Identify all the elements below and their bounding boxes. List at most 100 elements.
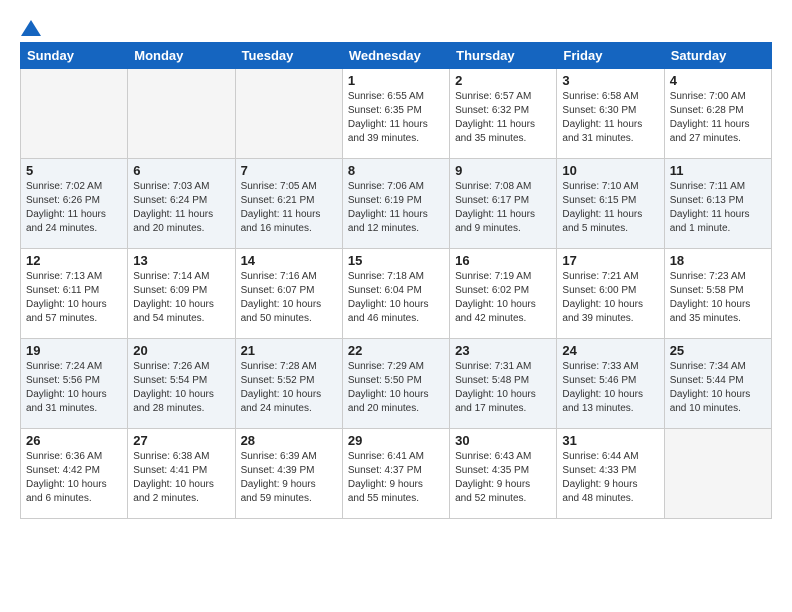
day-number: 30 bbox=[455, 433, 551, 448]
calendar-cell bbox=[128, 69, 235, 159]
calendar-cell: 24 Sunrise: 7:33 AM Sunset: 5:46 PM Dayli… bbox=[557, 339, 664, 429]
day-number: 7 bbox=[241, 163, 337, 178]
weekday-header-thursday: Thursday bbox=[450, 43, 557, 69]
cell-content: Sunrise: 7:00 AM Sunset: 6:28 PM Dayligh… bbox=[670, 90, 766, 146]
calendar-week-row: 5 Sunrise: 7:02 AM Sunset: 6:26 PM Daylig… bbox=[21, 159, 772, 249]
calendar-cell: 11 Sunrise: 7:11 AM Sunset: 6:13 PM Dayli… bbox=[664, 159, 771, 249]
cell-content: Sunrise: 7:03 AM Sunset: 6:24 PM Dayligh… bbox=[133, 180, 229, 236]
day-number: 11 bbox=[670, 163, 766, 178]
cell-content: Sunrise: 7:24 AM Sunset: 5:56 PM Dayligh… bbox=[26, 360, 122, 416]
calendar-cell bbox=[235, 69, 342, 159]
cell-content: Sunrise: 7:16 AM Sunset: 6:07 PM Dayligh… bbox=[241, 270, 337, 326]
cell-content: Sunrise: 7:10 AM Sunset: 6:15 PM Dayligh… bbox=[562, 180, 658, 236]
calendar-cell: 7 Sunrise: 7:05 AM Sunset: 6:21 PM Daylig… bbox=[235, 159, 342, 249]
calendar-cell: 4 Sunrise: 7:00 AM Sunset: 6:28 PM Daylig… bbox=[664, 69, 771, 159]
cell-content: Sunrise: 7:02 AM Sunset: 6:26 PM Dayligh… bbox=[26, 180, 122, 236]
calendar-cell: 12 Sunrise: 7:13 AM Sunset: 6:11 PM Dayli… bbox=[21, 249, 128, 339]
calendar-cell: 8Sunrise: 7:06 AM Sunset: 6:19 PM Daylig… bbox=[342, 159, 449, 249]
day-number: 15 bbox=[348, 253, 444, 268]
cell-content: Sunrise: 7:34 AM Sunset: 5:44 PM Dayligh… bbox=[670, 360, 766, 416]
weekday-header-tuesday: Tuesday bbox=[235, 43, 342, 69]
day-number: 26 bbox=[26, 433, 122, 448]
cell-content: Sunrise: 7:14 AM Sunset: 6:09 PM Dayligh… bbox=[133, 270, 229, 326]
day-number: 23 bbox=[455, 343, 551, 358]
calendar-cell: 27 Sunrise: 6:38 AM Sunset: 4:41 PM Dayli… bbox=[128, 429, 235, 519]
page-header bbox=[20, 20, 772, 32]
weekday-header-saturday: Saturday bbox=[664, 43, 771, 69]
calendar-week-row: 26 Sunrise: 6:36 AM Sunset: 4:42 PM Dayli… bbox=[21, 429, 772, 519]
calendar-cell: 2 Sunrise: 6:57 AM Sunset: 6:32 PM Daylig… bbox=[450, 69, 557, 159]
cell-content: Sunrise: 7:18 AM Sunset: 6:04 PM Dayligh… bbox=[348, 270, 444, 326]
day-number: 3 bbox=[562, 73, 658, 88]
calendar-cell bbox=[664, 429, 771, 519]
calendar-cell: 1Sunrise: 6:55 AM Sunset: 6:35 PM Daylig… bbox=[342, 69, 449, 159]
calendar-cell: 15 Sunrise: 7:18 AM Sunset: 6:04 PM Dayli… bbox=[342, 249, 449, 339]
day-number: 20 bbox=[133, 343, 229, 358]
calendar-table: SundayMondayTuesdayWednesdayThursdayFrid… bbox=[20, 42, 772, 519]
day-number: 9 bbox=[455, 163, 551, 178]
day-number: 27 bbox=[133, 433, 229, 448]
cell-content: Sunrise: 7:21 AM Sunset: 6:00 PM Dayligh… bbox=[562, 270, 658, 326]
calendar-cell: 3 Sunrise: 6:58 AM Sunset: 6:30 PM Daylig… bbox=[557, 69, 664, 159]
calendar-week-row: 1Sunrise: 6:55 AM Sunset: 6:35 PM Daylig… bbox=[21, 69, 772, 159]
calendar-cell: 20 Sunrise: 7:26 AM Sunset: 5:54 PM Dayli… bbox=[128, 339, 235, 429]
calendar-cell: 25 Sunrise: 7:34 AM Sunset: 5:44 PM Dayli… bbox=[664, 339, 771, 429]
cell-content: Sunrise: 6:39 AM Sunset: 4:39 PM Dayligh… bbox=[241, 450, 337, 506]
weekday-header-friday: Friday bbox=[557, 43, 664, 69]
cell-content: Sunrise: 7:19 AM Sunset: 6:02 PM Dayligh… bbox=[455, 270, 551, 326]
day-number: 29 bbox=[348, 433, 444, 448]
cell-content: Sunrise: 7:11 AM Sunset: 6:13 PM Dayligh… bbox=[670, 180, 766, 236]
cell-content: Sunrise: 7:05 AM Sunset: 6:21 PM Dayligh… bbox=[241, 180, 337, 236]
calendar-cell: 22 Sunrise: 7:29 AM Sunset: 5:50 PM Dayli… bbox=[342, 339, 449, 429]
calendar-cell: 9Sunrise: 7:08 AM Sunset: 6:17 PM Daylig… bbox=[450, 159, 557, 249]
day-number: 13 bbox=[133, 253, 229, 268]
day-number: 14 bbox=[241, 253, 337, 268]
cell-content: Sunrise: 6:57 AM Sunset: 6:32 PM Dayligh… bbox=[455, 90, 551, 146]
day-number: 18 bbox=[670, 253, 766, 268]
calendar-cell: 17 Sunrise: 7:21 AM Sunset: 6:00 PM Dayli… bbox=[557, 249, 664, 339]
day-number: 21 bbox=[241, 343, 337, 358]
cell-content: Sunrise: 7:13 AM Sunset: 6:11 PM Dayligh… bbox=[26, 270, 122, 326]
weekday-header-sunday: Sunday bbox=[21, 43, 128, 69]
cell-content: Sunrise: 6:43 AM Sunset: 4:35 PM Dayligh… bbox=[455, 450, 551, 506]
calendar-cell bbox=[21, 69, 128, 159]
day-number: 12 bbox=[26, 253, 122, 268]
day-number: 5 bbox=[26, 163, 122, 178]
cell-content: Sunrise: 6:36 AM Sunset: 4:42 PM Dayligh… bbox=[26, 450, 122, 506]
calendar-cell: 28 Sunrise: 6:39 AM Sunset: 4:39 PM Dayli… bbox=[235, 429, 342, 519]
day-number: 16 bbox=[455, 253, 551, 268]
cell-content: Sunrise: 7:33 AM Sunset: 5:46 PM Dayligh… bbox=[562, 360, 658, 416]
logo bbox=[20, 20, 42, 32]
day-number: 8 bbox=[348, 163, 444, 178]
cell-content: Sunrise: 7:29 AM Sunset: 5:50 PM Dayligh… bbox=[348, 360, 444, 416]
calendar-week-row: 12 Sunrise: 7:13 AM Sunset: 6:11 PM Dayli… bbox=[21, 249, 772, 339]
cell-content: Sunrise: 7:26 AM Sunset: 5:54 PM Dayligh… bbox=[133, 360, 229, 416]
calendar-cell: 23 Sunrise: 7:31 AM Sunset: 5:48 PM Dayli… bbox=[450, 339, 557, 429]
calendar-cell: 21Sunrise: 7:28 AM Sunset: 5:52 PM Dayli… bbox=[235, 339, 342, 429]
calendar-week-row: 19Sunrise: 7:24 AM Sunset: 5:56 PM Dayli… bbox=[21, 339, 772, 429]
cell-content: Sunrise: 6:38 AM Sunset: 4:41 PM Dayligh… bbox=[133, 450, 229, 506]
calendar-cell: 10 Sunrise: 7:10 AM Sunset: 6:15 PM Dayli… bbox=[557, 159, 664, 249]
day-number: 24 bbox=[562, 343, 658, 358]
cell-content: Sunrise: 6:58 AM Sunset: 6:30 PM Dayligh… bbox=[562, 90, 658, 146]
cell-content: Sunrise: 6:55 AM Sunset: 6:35 PM Dayligh… bbox=[348, 90, 444, 146]
weekday-header-wednesday: Wednesday bbox=[342, 43, 449, 69]
cell-content: Sunrise: 7:31 AM Sunset: 5:48 PM Dayligh… bbox=[455, 360, 551, 416]
calendar-cell: 14 Sunrise: 7:16 AM Sunset: 6:07 PM Dayli… bbox=[235, 249, 342, 339]
day-number: 25 bbox=[670, 343, 766, 358]
weekday-header-monday: Monday bbox=[128, 43, 235, 69]
calendar-cell: 31Sunrise: 6:44 AM Sunset: 4:33 PM Dayli… bbox=[557, 429, 664, 519]
calendar-cell: 29 Sunrise: 6:41 AM Sunset: 4:37 PM Dayli… bbox=[342, 429, 449, 519]
day-number: 2 bbox=[455, 73, 551, 88]
day-number: 6 bbox=[133, 163, 229, 178]
calendar-cell: 19Sunrise: 7:24 AM Sunset: 5:56 PM Dayli… bbox=[21, 339, 128, 429]
cell-content: Sunrise: 6:41 AM Sunset: 4:37 PM Dayligh… bbox=[348, 450, 444, 506]
day-number: 10 bbox=[562, 163, 658, 178]
calendar-cell: 6 Sunrise: 7:03 AM Sunset: 6:24 PM Daylig… bbox=[128, 159, 235, 249]
day-number: 17 bbox=[562, 253, 658, 268]
day-number: 28 bbox=[241, 433, 337, 448]
calendar-cell: 13 Sunrise: 7:14 AM Sunset: 6:09 PM Dayli… bbox=[128, 249, 235, 339]
day-number: 4 bbox=[670, 73, 766, 88]
logo-icon bbox=[21, 20, 41, 36]
day-number: 22 bbox=[348, 343, 444, 358]
